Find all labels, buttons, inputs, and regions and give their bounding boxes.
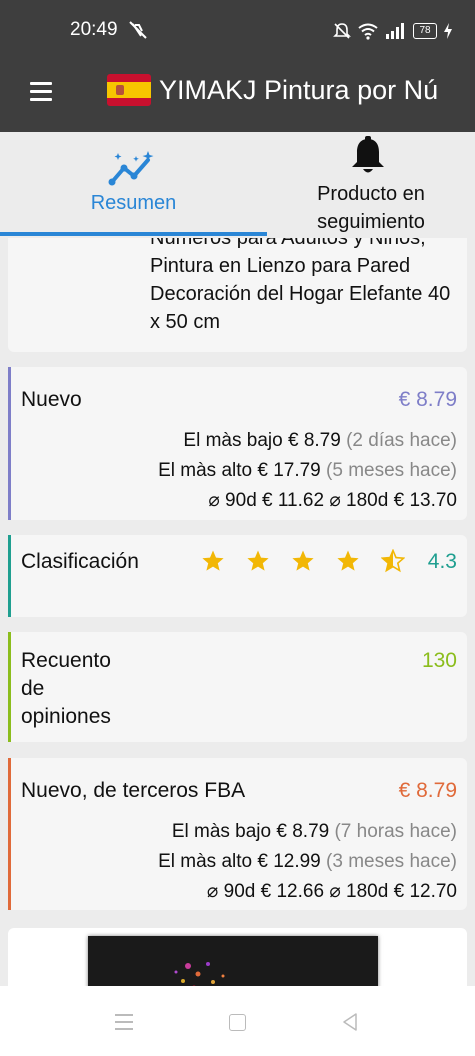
charging-icon xyxy=(444,23,452,39)
product-image-graphic xyxy=(174,962,225,986)
price-type-label: Nuevo xyxy=(21,388,82,411)
app-bar: YIMAKJ Pintura por Nú xyxy=(0,60,475,132)
highest-when: (3 meses hace) xyxy=(326,851,457,872)
tab-resumen[interactable]: Resumen xyxy=(0,132,267,238)
battery-icon: 78 xyxy=(413,23,437,39)
star-filled-icon xyxy=(247,550,269,571)
star-half-icon xyxy=(381,549,405,573)
lowest-when: (7 horas hace) xyxy=(334,821,457,842)
highest-price-row: El màs alto € 17.79 (5 meses hace) xyxy=(158,456,457,486)
product-image-card[interactable] xyxy=(8,928,467,986)
wifi-icon xyxy=(358,23,378,40)
tab-resumen-label: Resumen xyxy=(90,192,177,214)
rating-card[interactable]: Clasificación 4.3 xyxy=(8,535,467,617)
tab-producto-label: Producto en seguimiento xyxy=(317,183,425,233)
rating-label: Clasificación xyxy=(21,550,139,573)
spain-flag-icon xyxy=(107,74,151,106)
avg90-price: € 11.62 xyxy=(262,490,325,511)
clock: 20:49 xyxy=(70,19,118,40)
avg90-price: € 12.66 xyxy=(260,881,325,902)
tab-bar: Resumen Producto en seguimiento xyxy=(0,132,475,238)
avg180-price: € 12.70 xyxy=(393,881,457,902)
vibrate-off-icon xyxy=(129,21,147,39)
rating-stars xyxy=(201,549,405,579)
lowest-label: El màs bajo xyxy=(171,821,272,842)
avg180-price: € 13.70 xyxy=(393,490,457,511)
avg90-label: ⌀ 90d xyxy=(208,490,257,511)
price-card-fba[interactable]: Nuevo, de terceros FBA € 8.79 El màs baj… xyxy=(8,758,467,910)
tab-producto-seguimiento[interactable]: Producto en seguimiento xyxy=(267,132,475,238)
status-bar: 20:49 78 xyxy=(0,0,475,60)
recent-apps-icon[interactable] xyxy=(115,1014,135,1030)
lowest-when: (2 días hace) xyxy=(346,430,457,451)
lowest-price: € 8.79 xyxy=(287,430,341,451)
highest-label: El màs alto xyxy=(158,460,253,481)
home-icon[interactable] xyxy=(229,1014,246,1031)
lowest-price: € 8.79 xyxy=(276,821,330,842)
product-image xyxy=(88,936,378,986)
lowest-price-row: El màs bajo € 8.79 (7 horas hace) xyxy=(172,817,457,847)
highest-price-row: El màs alto € 12.99 (3 meses hace) xyxy=(158,847,457,877)
star-filled-icon xyxy=(292,550,314,571)
star-filled-icon xyxy=(202,550,224,571)
avg180-label: ⌀ 180d xyxy=(329,881,389,902)
active-tab-indicator xyxy=(0,232,267,236)
product-title-card[interactable]: Números para Adultos y Niños, Pintura en… xyxy=(8,238,467,352)
average-price-row: ⌀ 90d € 12.66 ⌀ 180d € 12.70 xyxy=(207,877,457,907)
highest-price: € 12.99 xyxy=(257,851,321,872)
app-title: YIMAKJ Pintura por Nú xyxy=(159,75,439,105)
back-icon[interactable] xyxy=(340,1012,360,1032)
rating-value: 4.3 xyxy=(427,550,457,573)
average-price-row: ⌀ 90d € 11.62 ⌀ 180d € 13.70 xyxy=(208,486,457,516)
signal-icon xyxy=(386,23,404,39)
lowest-label: El màs bajo xyxy=(183,430,283,451)
product-title: Números para Adultos y Niños, Pintura en… xyxy=(150,238,451,333)
highest-when: (5 meses hace) xyxy=(326,460,457,481)
highest-price: € 17.79 xyxy=(257,460,321,481)
status-icons: 78 xyxy=(333,20,453,42)
reviews-count: 130 xyxy=(421,649,457,672)
menu-icon[interactable] xyxy=(30,82,54,106)
price-card-nuevo[interactable]: Nuevo € 8.79 El màs bajo € 8.79 (2 días … xyxy=(8,367,467,520)
reviews-card[interactable]: Recuento de opiniones 130 xyxy=(8,632,467,742)
current-price: € 8.79 xyxy=(398,388,457,411)
price-type-label: Nuevo, de terceros FBA xyxy=(21,779,246,802)
bell-icon xyxy=(352,136,384,173)
current-price: € 8.79 xyxy=(398,779,457,802)
system-navigation-bar xyxy=(0,986,475,1056)
star-filled-icon xyxy=(337,550,359,571)
reviews-label: Recuento de opiniones xyxy=(21,649,111,728)
avg90-label: ⌀ 90d xyxy=(206,881,256,902)
highest-label: El màs alto xyxy=(158,851,253,872)
avg180-label: ⌀ 180d xyxy=(329,490,389,511)
lowest-price-row: El màs bajo € 8.79 (2 días hace) xyxy=(183,426,457,456)
dnd-bell-icon xyxy=(333,23,351,39)
summary-list: Números para Adultos y Niños, Pintura en… xyxy=(0,238,475,986)
chart-sparkle-icon xyxy=(108,151,154,186)
